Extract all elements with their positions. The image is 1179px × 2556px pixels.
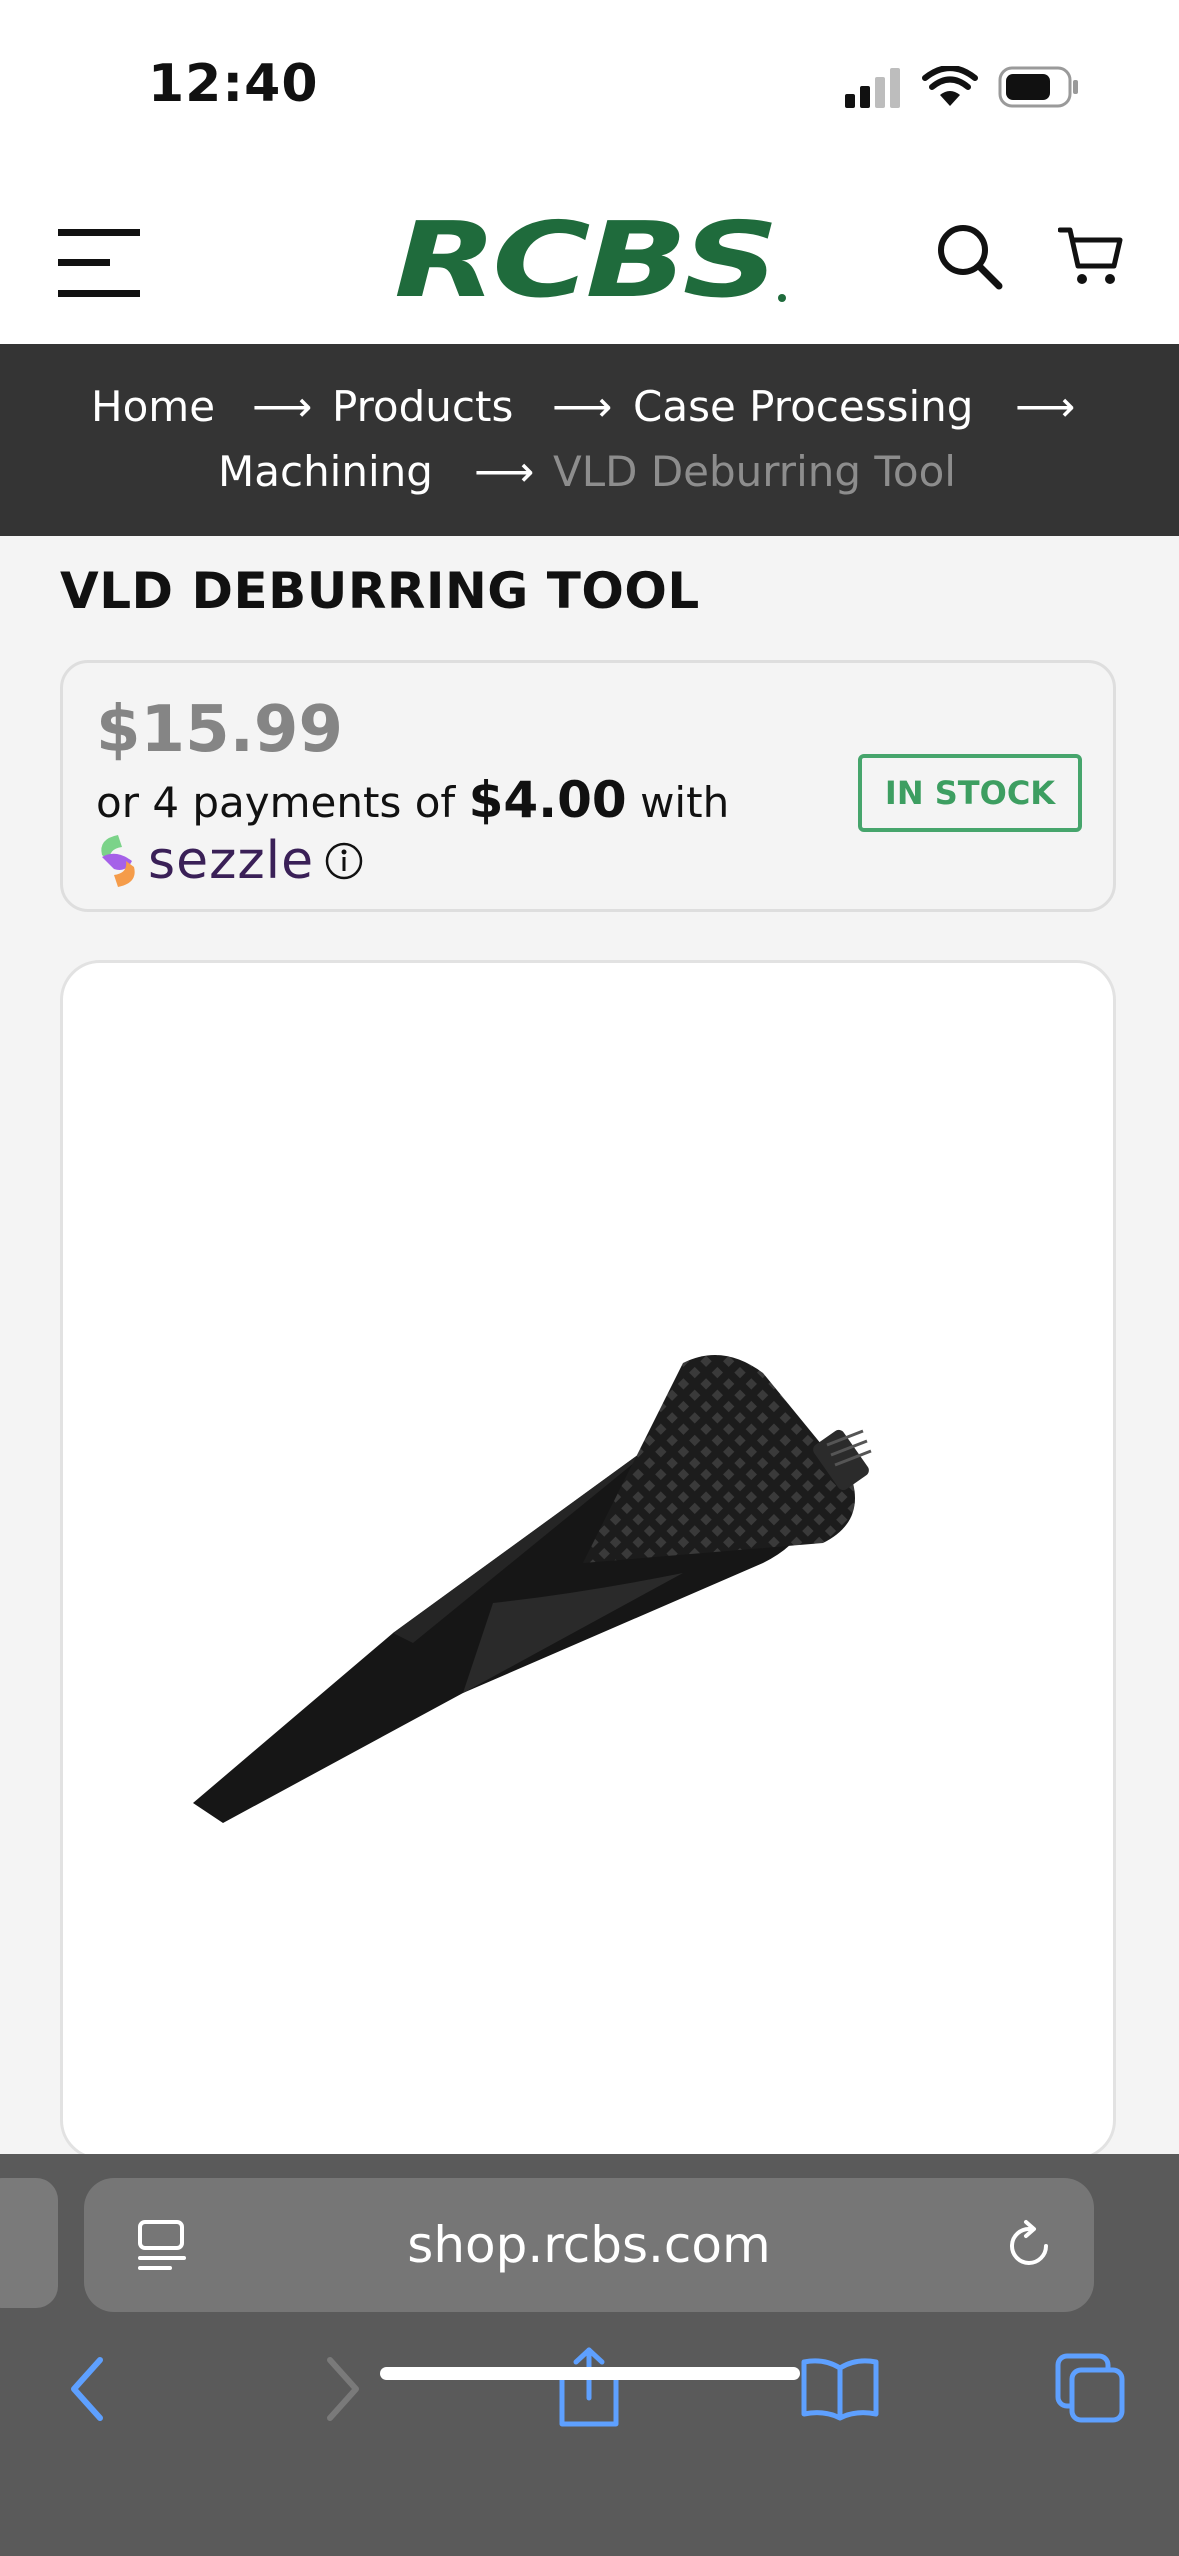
status-bar: 12:40 [0, 0, 1179, 180]
breadcrumb-separator: ⟶ [1015, 382, 1076, 431]
installment-suffix: with [640, 778, 730, 827]
breadcrumb-current: VLD Deburring Tool [553, 447, 956, 496]
sezzle-mark-icon [101, 835, 135, 887]
reload-icon[interactable] [1002, 2218, 1058, 2274]
url-text[interactable]: shop.rcbs.com [84, 2216, 1094, 2274]
product-price: $15.99 [96, 693, 343, 767]
product-image [193, 1355, 872, 1823]
info-icon[interactable] [324, 841, 364, 881]
breadcrumb: Home ⟶ Products ⟶ Case Processing ⟶ Mach… [0, 344, 1179, 536]
payment-provider-name: sezzle [148, 831, 315, 891]
breadcrumb-machining[interactable]: Machining [218, 447, 433, 496]
breadcrumb-products[interactable]: Products [332, 382, 513, 431]
brand-logo[interactable]: RCBS [390, 199, 790, 321]
product-image-card[interactable] [60, 960, 1116, 2160]
home-indicator[interactable] [380, 2367, 800, 2380]
battery-icon [998, 66, 1078, 108]
breadcrumb-separator: ⟶ [552, 382, 613, 431]
installment-info: or 4 payments of $4.00 with [96, 771, 729, 829]
breadcrumb-separator: ⟶ [252, 382, 313, 431]
wifi-icon [922, 66, 978, 106]
forward-icon[interactable] [316, 2354, 366, 2424]
installment-prefix: or 4 payments of [96, 778, 456, 827]
previous-tab-preview[interactable] [0, 2178, 58, 2308]
breadcrumb-case-processing[interactable]: Case Processing [633, 382, 973, 431]
price-card: $15.99 or 4 payments of $4.00 with sezzl… [60, 660, 1116, 912]
address-bar[interactable]: shop.rcbs.com [84, 2178, 1094, 2312]
page-title: VLD DEBURRING TOOL [60, 562, 700, 620]
breadcrumb-separator: ⟶ [474, 447, 535, 496]
sezzle-logo[interactable]: sezzle [96, 831, 364, 891]
share-icon[interactable] [554, 2344, 624, 2428]
search-icon[interactable] [935, 222, 1005, 292]
back-icon[interactable] [64, 2354, 114, 2424]
status-time: 12:40 [148, 54, 319, 114]
rcbs-logo-icon: RCBS [394, 199, 786, 321]
installment-amount: $4.00 [468, 771, 627, 829]
cellular-signal-icon [845, 68, 900, 108]
svg-text:RCBS: RCBS [394, 210, 774, 306]
tabs-icon[interactable] [1054, 2352, 1126, 2424]
browser-toolbar: shop.rcbs.com [0, 2154, 1179, 2556]
cart-icon[interactable] [1058, 224, 1124, 288]
bookmarks-icon[interactable] [800, 2356, 880, 2422]
breadcrumb-home[interactable]: Home [91, 382, 215, 431]
stock-status-badge: IN STOCK [858, 754, 1082, 832]
menu-icon[interactable] [58, 229, 140, 297]
